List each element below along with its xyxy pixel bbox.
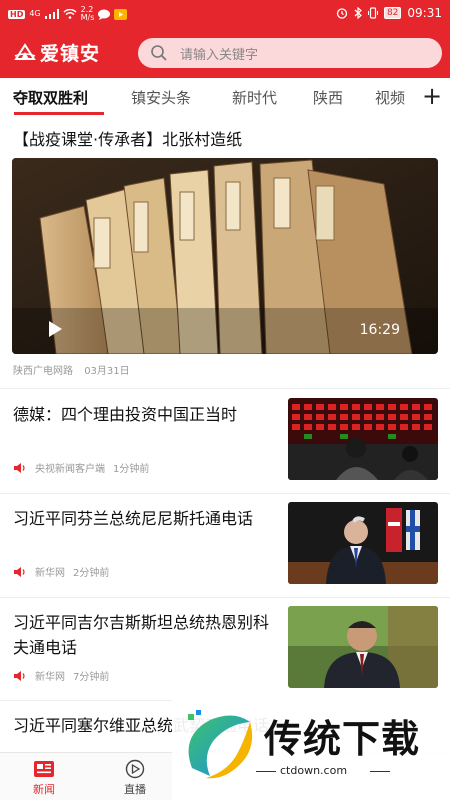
- news-item[interactable]: 习近平同芬兰总统尼尼斯托通电话 新华网 2分钟前: [0, 494, 450, 597]
- feature-title[interactable]: 【战疫课堂·传承者】北张村造纸: [13, 126, 242, 150]
- battery-level: 82: [383, 7, 402, 19]
- nav-news[interactable]: 新闻: [14, 759, 74, 797]
- search-input[interactable]: 请输入关键字: [138, 38, 442, 68]
- news-thumbnail: [288, 502, 438, 584]
- news-title: 德媒：四个理由投资中国正当时: [13, 405, 238, 424]
- logo-mark-icon: [14, 43, 36, 60]
- app-name: 爱镇安: [40, 42, 101, 65]
- news-meta: 新华网 7分钟前: [13, 668, 109, 683]
- nav-news-label: 新闻: [33, 783, 55, 796]
- hd-badge: HD: [8, 9, 26, 19]
- feature-date: 03月31日: [84, 366, 130, 377]
- app-logo[interactable]: 爱镇安: [14, 38, 100, 66]
- nav-live[interactable]: 直播: [105, 759, 165, 797]
- news-time: 2分钟前: [73, 568, 110, 579]
- news-item[interactable]: 习近平同吉尔吉斯斯坦总统热恩别科夫通电话 新华网 7分钟前: [0, 598, 450, 701]
- network-type: 4G: [29, 9, 41, 18]
- speed-unit: M/s: [80, 13, 95, 22]
- stock-market-image: [288, 398, 438, 480]
- nav-live-label: 直播: [124, 783, 146, 796]
- video-duration: 16:29: [359, 322, 400, 338]
- video-app-icon: [114, 8, 128, 20]
- vibrate-icon: [367, 7, 378, 19]
- speaker-icon[interactable]: [13, 566, 27, 578]
- news-thumbnail: [288, 398, 438, 480]
- message-icon: [98, 9, 111, 20]
- news-thumbnail: [288, 606, 438, 688]
- news-meta: 新华网 2分钟前: [13, 564, 109, 579]
- news-title: 习近平同芬兰总统尼尼斯托通电话: [13, 509, 254, 528]
- clock: 09:31: [407, 6, 442, 20]
- wifi-icon: [63, 9, 77, 19]
- feature-video[interactable]: 16:29: [12, 158, 438, 354]
- watermark: 传统下载 ctdown.com: [172, 700, 450, 800]
- feature-source: 陕西广电网路: [13, 366, 73, 377]
- signal-icon: [44, 9, 59, 19]
- news-time: 1分钟前: [113, 464, 150, 475]
- speaker-icon[interactable]: [13, 670, 27, 682]
- channel-tabs: 夺取双胜利 镇安头条 新时代 陕西 视频 +: [0, 78, 450, 116]
- finland-president-image: [288, 502, 438, 584]
- feature-meta: 陕西广电网路 03月31日: [13, 362, 130, 377]
- network-speed: 2.2 M/s: [81, 6, 95, 22]
- play-icon[interactable]: [46, 320, 64, 338]
- news-meta: 央视新闻客户端 1分钟前: [13, 460, 149, 475]
- news-source: 新华网: [35, 568, 65, 579]
- news-item[interactable]: 德媒：四个理由投资中国正当时 央视新闻客户端 1分钟前: [0, 390, 450, 493]
- live-icon: [125, 759, 145, 779]
- search-placeholder: 请输入关键字: [180, 47, 259, 63]
- kyrgyz-president-image: [288, 606, 438, 688]
- tab-video[interactable]: 视频: [375, 87, 405, 108]
- news-title: 习近平同吉尔吉斯斯坦总统热恩别科夫通电话: [13, 613, 270, 657]
- divider: [0, 388, 450, 389]
- watermark-logo-icon: [188, 710, 253, 779]
- app-header: HD 4G 2.2 M/s 82 09:31 爱镇安 请输入关键字: [0, 0, 450, 78]
- search-icon: [151, 45, 167, 61]
- bluetooth-icon: [354, 7, 362, 19]
- tab-headlines[interactable]: 镇安头条: [131, 87, 191, 108]
- watermark-line-left: [256, 771, 276, 772]
- tab-double-victory[interactable]: 夺取双胜利: [13, 87, 88, 108]
- status-bar: HD 4G 2.2 M/s 82 09:31: [0, 0, 450, 28]
- news-icon: [34, 761, 54, 777]
- news-source: 新华网: [35, 672, 65, 683]
- active-tab-indicator: [14, 112, 104, 115]
- alarm-icon: [336, 8, 348, 19]
- watermark-text: 传统下载: [264, 717, 421, 761]
- watermark-line-right: [370, 771, 390, 772]
- tab-new-era[interactable]: 新时代: [232, 87, 277, 108]
- watermark-url: ctdown.com: [280, 764, 348, 777]
- tab-shaanxi[interactable]: 陕西: [313, 87, 343, 108]
- news-source: 央视新闻客户端: [35, 464, 105, 475]
- speaker-icon[interactable]: [13, 462, 27, 474]
- news-time: 7分钟前: [73, 672, 110, 683]
- add-channel-button[interactable]: +: [420, 82, 444, 110]
